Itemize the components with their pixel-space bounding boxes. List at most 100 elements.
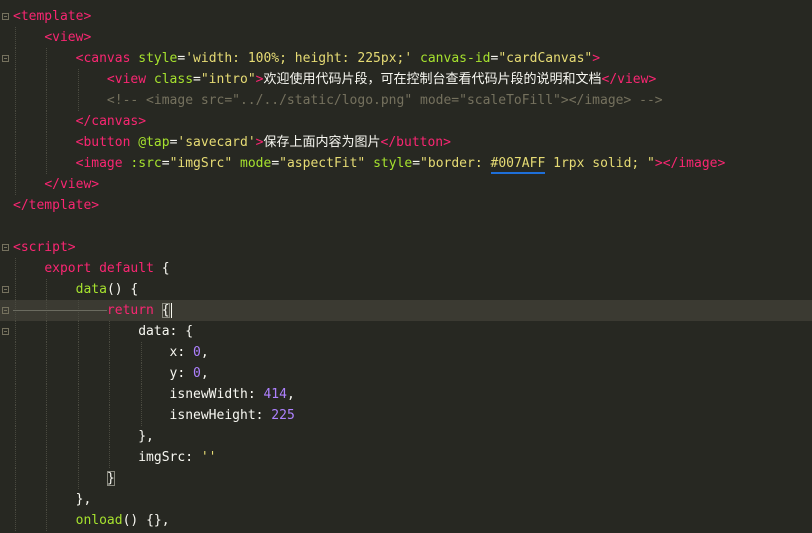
fold-toggle-icon[interactable] [0, 237, 10, 258]
code-text: imgSrc: '' [13, 447, 216, 468]
code-line[interactable]: <canvas style='width: 100%; height: 225p… [0, 48, 812, 69]
code-token-num: 0 [193, 366, 201, 381]
code-token: data: { [138, 324, 194, 339]
code-token-attr: style [138, 51, 178, 66]
code-token-tag: <image [75, 156, 131, 171]
code-line[interactable]: onload() {}, [0, 510, 812, 531]
code-token-fn: onload [75, 513, 123, 528]
code-token-tag: <button [75, 135, 139, 150]
code-token-cmt: <!-- <image src="../../static/logo.png" … [106, 93, 663, 108]
code-text: x: 0, [13, 342, 209, 363]
code-token-num: 0 [193, 345, 201, 360]
code-token: , [200, 366, 209, 381]
code-token: = [412, 156, 421, 171]
code-line[interactable]: <!-- <image src="../../static/logo.png" … [0, 90, 812, 111]
fold-toggle-icon[interactable] [0, 279, 10, 300]
code-line[interactable]: imgSrc: '' [0, 447, 812, 468]
code-text: export default { [13, 258, 170, 279]
code-token: x: [169, 345, 194, 360]
code-text: <!-- <image src="../../static/logo.png" … [13, 90, 663, 111]
code-text: <button @tap='savecard'>保存上面内容为图片</butto… [13, 132, 451, 153]
code-token-tag: <template> [13, 9, 92, 24]
code-text: } [13, 468, 115, 489]
code-line[interactable]: <view> [0, 27, 812, 48]
code-text: data() { [13, 279, 139, 300]
code-line[interactable]: <template> [0, 6, 812, 27]
code-line[interactable]: <script> [0, 237, 812, 258]
code-line[interactable]: x: 0, [0, 342, 812, 363]
code-token-hex: #007AFF [490, 156, 546, 171]
code-line[interactable]: <button @tap='savecard'>保存上面内容为图片</butto… [0, 132, 812, 153]
code-line[interactable]: data() { [0, 279, 812, 300]
code-token: { [153, 261, 170, 276]
fold-toggle-icon[interactable] [0, 300, 10, 321]
code-text: <template> [13, 6, 91, 27]
code-token-tag: </button> [380, 135, 451, 150]
code-token: }, [75, 492, 92, 507]
code-line[interactable]: return { [0, 300, 812, 321]
code-token-tag: </view> [44, 177, 100, 192]
code-editor[interactable]: <template> <view> <canvas style='width: … [0, 0, 812, 533]
code-token: () { [106, 282, 139, 297]
code-token-str: "intro" [200, 72, 256, 87]
code-token: imgSrc: [138, 450, 201, 465]
code-line[interactable]: isnewWidth: 414, [0, 384, 812, 405]
fold-toggle-icon[interactable] [0, 48, 10, 69]
code-line[interactable]: <image :src="imgSrc" mode="aspectFit" st… [0, 153, 812, 174]
code-token-attr: canvas-id [420, 51, 491, 66]
code-token-tag: <canvas [75, 51, 139, 66]
code-token: , [200, 345, 209, 360]
code-text: isnewHeight: 225 [13, 405, 295, 426]
code-token-match: } [106, 471, 115, 486]
code-token-num: 225 [271, 408, 295, 423]
code-text: data: { [13, 321, 193, 342]
code-token-str: 'width: 100%; height: 225px;' [185, 51, 413, 66]
code-line[interactable]: </view> [0, 174, 812, 195]
code-line[interactable]: }, [0, 489, 812, 510]
code-line[interactable]: y: 0, [0, 363, 812, 384]
current-line-indicator [13, 310, 107, 311]
code-line[interactable]: </template> [0, 195, 812, 216]
code-token-str: "aspectFit" [279, 156, 366, 171]
code-line[interactable]: }, [0, 426, 812, 447]
code-line[interactable]: </canvas> [0, 111, 812, 132]
code-token: }, [138, 429, 154, 444]
code-token: 欢迎使用代码片段，可在控制台查看代码片段的说明和文档 [263, 72, 602, 87]
code-token-tag: </canvas> [75, 114, 147, 129]
code-token-str: "cardCanvas" [498, 51, 593, 66]
code-token-attr: mode [240, 156, 272, 171]
code-line[interactable] [0, 216, 812, 237]
code-text: </canvas> [13, 111, 146, 132]
code-text: onload() {}, [13, 510, 170, 531]
code-line[interactable]: } [0, 468, 812, 489]
code-line[interactable]: export default { [0, 258, 812, 279]
fold-toggle-icon[interactable] [0, 6, 10, 27]
code-text: <script> [13, 237, 76, 258]
code-token: 保存上面内容为图片 [263, 135, 381, 150]
code-line[interactable]: data: { [0, 321, 812, 342]
code-line[interactable]: <view class="intro">欢迎使用代码片段，可在控制台查看代码片段… [0, 69, 812, 90]
code-token-attr: class [153, 72, 194, 87]
code-token-fn: data [75, 282, 107, 297]
code-token: isnewHeight: [169, 408, 272, 423]
code-token-attr: :src [130, 156, 162, 171]
code-line[interactable]: isnewHeight: 225 [0, 405, 812, 426]
fold-toggle-icon[interactable] [0, 321, 10, 342]
code-text: isnewWidth: 414, [13, 384, 295, 405]
